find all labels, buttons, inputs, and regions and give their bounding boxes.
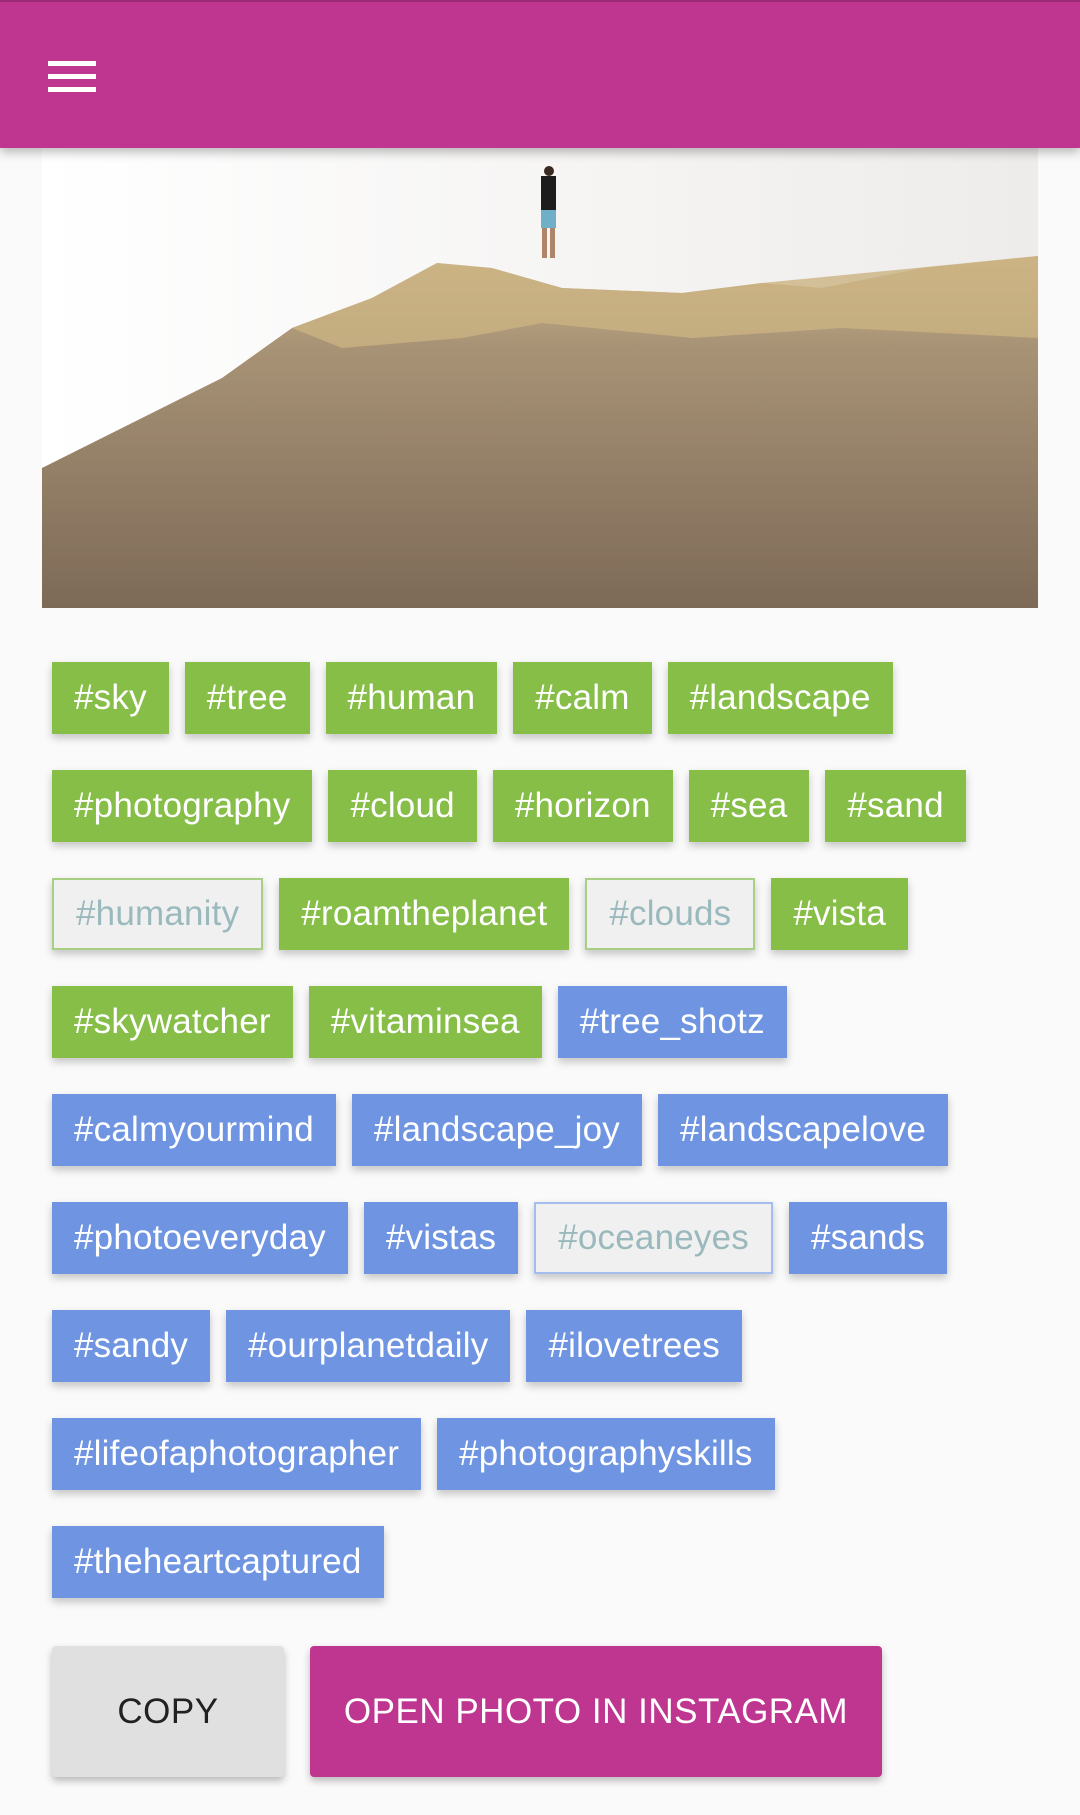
hashtag-chip[interactable]: #vitaminsea [308, 986, 542, 1058]
open-in-instagram-button[interactable]: OPEN PHOTO IN INSTAGRAM [310, 1646, 882, 1777]
hashtag-chip[interactable]: #vista [771, 878, 909, 950]
hashtag-chip[interactable]: #horizon [492, 770, 673, 842]
photo [42, 148, 1038, 608]
hashtag-chip[interactable]: #ilovetrees [526, 1310, 742, 1382]
hashtag-chip[interactable]: #photographyskills [437, 1418, 775, 1490]
hashtag-list: #sky #tree #human #calm #landscape #photograp… [52, 662, 1052, 1598]
hashtag-chip[interactable]: #photography [52, 770, 313, 842]
hashtag-chip[interactable]: #landscapelove [657, 1094, 949, 1166]
hashtag-chip[interactable]: #photoeveryday [52, 1202, 348, 1274]
hashtag-chip[interactable]: #landscape [667, 662, 893, 734]
hashtag-chip[interactable]: #clouds [585, 878, 756, 950]
hashtag-chip[interactable]: #sand [825, 770, 966, 842]
hashtag-chip[interactable]: #humanity [52, 878, 264, 950]
hashtag-chip[interactable]: #cloud [328, 770, 477, 842]
hashtag-chip[interactable]: #calm [513, 662, 652, 734]
menu-line [48, 86, 96, 92]
action-buttons: COPY OPEN PHOTO IN INSTAGRAM [52, 1646, 882, 1777]
hashtag-chip[interactable]: #ourplanetdaily [226, 1310, 511, 1382]
hashtag-chip[interactable]: #skywatcher [52, 986, 293, 1058]
hashtag-chip[interactable]: #oceaneyes [534, 1202, 773, 1274]
hashtag-chip[interactable]: #sands [788, 1202, 948, 1274]
menu-line [48, 73, 96, 79]
copy-button[interactable]: COPY [52, 1646, 284, 1777]
hashtag-chip[interactable]: #roamtheplanet [279, 878, 570, 950]
hashtag-chip[interactable]: #tree [184, 662, 310, 734]
hashtag-chip[interactable]: #theheartcaptured [52, 1526, 384, 1598]
hashtag-chip[interactable]: #vistas [363, 1202, 519, 1274]
hashtag-chip[interactable]: #lifeofaphotographer [52, 1418, 422, 1490]
hashtag-chip[interactable]: #sea [688, 770, 810, 842]
hashtag-chip[interactable]: #calmyourmind [52, 1094, 336, 1166]
hashtag-chip[interactable]: #landscape_joy [351, 1094, 642, 1166]
hashtag-chip[interactable]: #human [325, 662, 498, 734]
app-bar [0, 0, 1080, 148]
hashtag-chip[interactable]: #sky [52, 662, 169, 734]
hamburger-menu-icon[interactable] [36, 42, 108, 110]
hashtag-chip[interactable]: #tree_shotz [557, 986, 787, 1058]
photo-illustration [42, 148, 1038, 608]
menu-line [48, 60, 96, 66]
hashtag-chip[interactable]: #sandy [52, 1310, 211, 1382]
